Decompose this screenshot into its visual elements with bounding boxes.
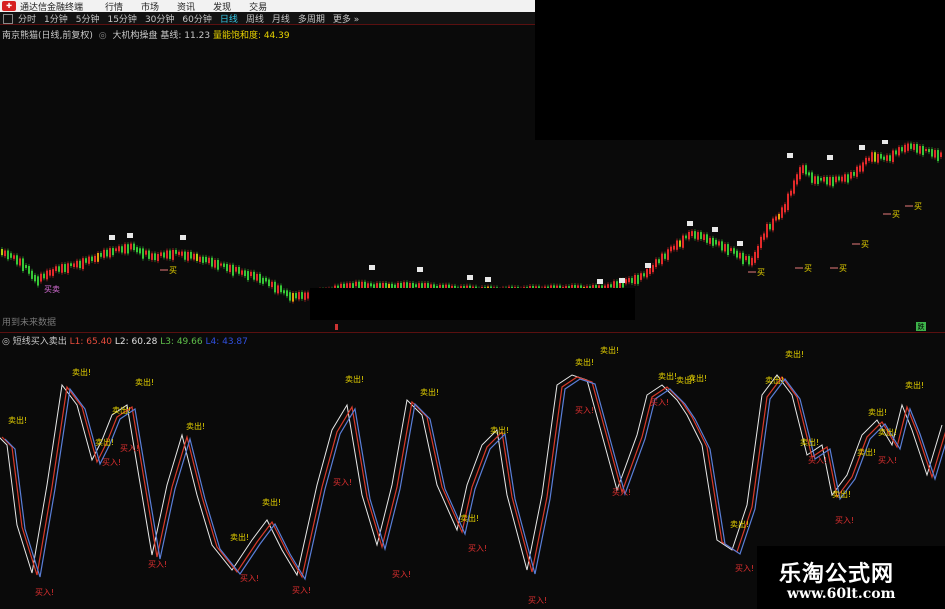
sell-signal-label: 卖出!: [135, 377, 154, 387]
peak-marker: [417, 267, 423, 272]
blank-overlay: [310, 288, 635, 320]
future-data-note: 用到未来数据: [2, 318, 57, 328]
sell-signal-label: 卖出!: [420, 387, 439, 397]
sell-signal-label: 卖出!: [112, 405, 131, 415]
peak-marker: [485, 277, 491, 282]
sell-signal-label: 卖出!: [658, 371, 677, 381]
sell-signal-label: 卖出!: [857, 447, 876, 457]
indicator-name[interactable]: 大机构操盘: [113, 31, 158, 41]
peak-marker: [645, 263, 651, 268]
buy-signal-label: 买入!: [650, 398, 669, 407]
buy-signal-label: 买入!: [392, 570, 411, 579]
peak-marker: [712, 227, 718, 232]
sell-signal-label: 卖出!: [490, 425, 509, 435]
buy-signal-label: 买入!: [735, 564, 754, 573]
watermark-title: 乐淘公式网: [779, 562, 895, 587]
menu-item-news[interactable]: 资讯: [177, 0, 195, 13]
sell-signal-label: 卖出!: [72, 367, 91, 377]
watermark-url: www.60lt.com: [787, 586, 896, 602]
sell-s-icon: 跌: [916, 322, 926, 331]
sell-signal-label: 卖出!: [868, 407, 887, 417]
peak-marker: [127, 233, 133, 238]
sell-signal-label: 卖出!: [800, 437, 819, 447]
saturation-value: 量能饱和度: 44.39: [212, 31, 290, 41]
buy-marker-label: 买: [892, 210, 900, 219]
sell-signal-label: 卖出!: [765, 375, 784, 385]
sell-signal-label: 卖出!: [785, 349, 804, 359]
buy-signal-label: 买入!: [35, 588, 54, 597]
buy-marker-label: 买: [757, 268, 765, 277]
sell-signal-label: 卖出!: [8, 415, 27, 425]
watermark: 乐淘公式网 www.60lt.com: [757, 546, 945, 609]
sell-signal-label: 卖出!: [730, 519, 749, 529]
sell-signal-label: 卖出!: [878, 427, 897, 437]
peak-marker: [619, 278, 625, 283]
buy-marker-label: 买: [914, 202, 922, 211]
stock-name: 南京熊猫(日线,前复权): [2, 31, 93, 41]
menu-item-discover[interactable]: 发现: [213, 0, 231, 13]
buy-signal-label: 买入!: [333, 478, 352, 487]
main-indicator-info: 南京熊猫(日线,前复权) ◎ 大机构操盘 基线: 11.23 量能饱和度: 44…: [2, 28, 290, 41]
buy-marker-label: 买: [169, 266, 177, 275]
buy-marker-label: 买: [839, 264, 847, 273]
app-title: 通达信金融终端: [20, 2, 84, 13]
buy-signal-label: 买入!: [575, 406, 594, 415]
menu-bar: ✚ 通达信金融终端 行情 市场 资讯 发现 交易: [0, 0, 535, 13]
buy-signal-label: 买入!: [808, 456, 827, 465]
buy-marker-label: 买: [804, 264, 812, 273]
peak-marker: [369, 265, 375, 270]
buy-signal-label: 买入!: [835, 516, 854, 525]
peak-marker: [859, 145, 865, 150]
sell-signal-label: 卖出!: [575, 357, 594, 367]
buy-signal-label: 买入!: [468, 544, 487, 553]
bs-marker-label: 买卖: [44, 285, 60, 294]
peak-marker: [687, 221, 693, 226]
divider: [0, 24, 535, 25]
sell-signal-label: 卖出!: [832, 489, 851, 499]
blank-overlay: [535, 0, 945, 140]
peak-marker: [597, 279, 603, 284]
sell-signal-label: 卖出!: [95, 437, 114, 447]
buy-marker-label: 买: [861, 240, 869, 249]
sell-signal-label: 卖出!: [186, 421, 205, 431]
peak-marker: [787, 153, 793, 158]
circle-marker-icon[interactable]: ◎: [99, 31, 107, 41]
peak-marker: [737, 241, 743, 246]
buy-signal-label: 买入!: [528, 596, 547, 605]
menu-item-market[interactable]: 市场: [141, 0, 159, 13]
peak-marker: [467, 275, 473, 280]
sell-signal-label: 卖出!: [905, 380, 924, 390]
buy-signal-label: 买入!: [878, 456, 897, 465]
tdx-logo-icon: ✚: [2, 1, 16, 11]
sell-signal-label: 卖出!: [262, 497, 281, 507]
buy-signal-label: 买入!: [240, 574, 259, 583]
panel-divider[interactable]: [0, 332, 945, 333]
sell-signal-label: 卖出!: [230, 532, 249, 542]
sell-signal-label: 卖出!: [460, 513, 479, 523]
cursor-marker: [335, 324, 338, 330]
buy-signal-label: 买入!: [292, 586, 311, 595]
buy-signal-label: 买入!: [612, 488, 631, 497]
layout-toggle-icon[interactable]: [3, 13, 13, 24]
peak-marker: [827, 155, 833, 160]
sell-signal-label: 卖出!: [345, 374, 364, 384]
sell-signal-label: 卖出!: [688, 373, 707, 383]
menu-item-trade[interactable]: 交易: [249, 0, 267, 13]
sell-signal-label: 卖出!: [600, 345, 619, 355]
base-line-value: 基线: 11.23: [160, 31, 211, 41]
peak-marker: [109, 235, 115, 240]
buy-signal-label: 买入!: [120, 444, 139, 453]
buy-signal-label: 买入!: [102, 458, 121, 467]
menu-item-quotes[interactable]: 行情: [105, 0, 123, 13]
buy-signal-label: 买入!: [148, 560, 167, 569]
peak-marker: [180, 235, 186, 240]
